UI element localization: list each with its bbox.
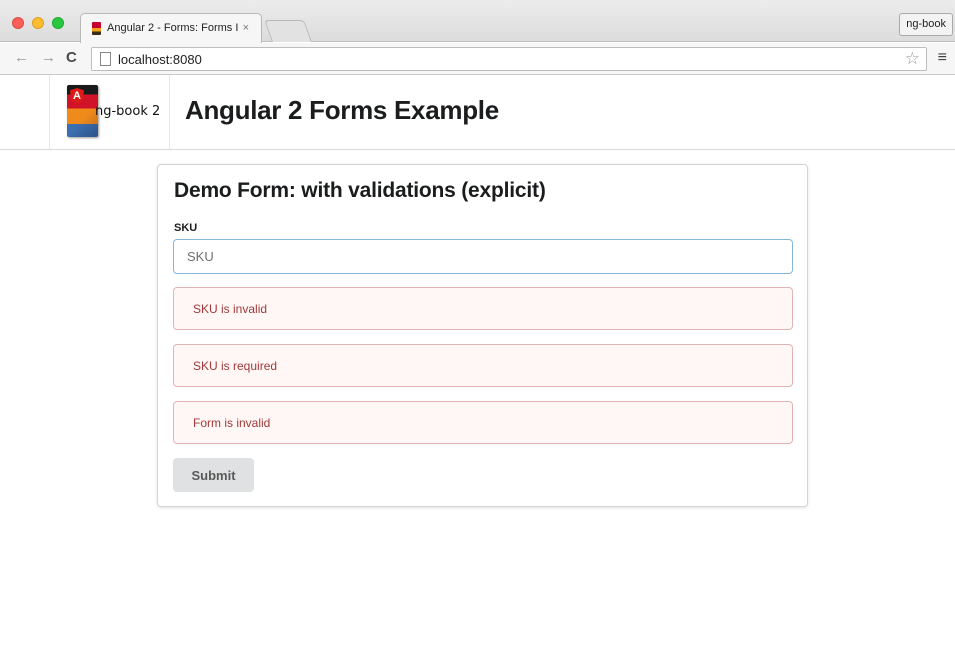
page-title: Angular 2 Forms Example xyxy=(185,95,499,125)
logo[interactable]: ng-book 2 xyxy=(49,75,170,149)
tab-close-icon[interactable]: × xyxy=(243,22,249,34)
menu-icon[interactable]: ≡ xyxy=(938,49,947,67)
form-card: Demo Form: with validations (explicit) S… xyxy=(157,164,808,507)
tab-title: Angular 2 - Forms: Forms I xyxy=(107,22,239,34)
browser-titlebar: Angular 2 - Forms: Forms I × ng-book xyxy=(0,0,955,43)
form-title: Demo Form: with validations (explicit) xyxy=(174,179,546,202)
submit-button[interactable]: Submit xyxy=(173,458,254,492)
sku-invalid-error: SKU is invalid xyxy=(173,287,793,330)
bookmark-star-icon[interactable]: ☆ xyxy=(905,49,920,69)
new-tab-button[interactable] xyxy=(263,20,313,42)
window-minimize-button[interactable] xyxy=(32,17,44,29)
browser-toolbar: ← → C localhost:8080 ☆ ≡ xyxy=(0,43,955,75)
favicon-icon xyxy=(92,22,101,35)
sku-input[interactable] xyxy=(173,239,793,274)
page-icon xyxy=(100,52,111,66)
reload-icon[interactable]: C xyxy=(66,49,77,66)
form-invalid-error: Form is invalid xyxy=(173,401,793,444)
window-close-button[interactable] xyxy=(12,17,24,29)
forward-arrow-icon[interactable]: → xyxy=(41,49,56,66)
book-cover-icon xyxy=(67,85,98,137)
url-text[interactable]: localhost:8080 xyxy=(118,52,202,67)
sku-required-error: SKU is required xyxy=(173,344,793,387)
page-header: ng-book 2 Angular 2 Forms Example xyxy=(0,75,955,150)
address-bar[interactable]: localhost:8080 ☆ xyxy=(91,47,927,71)
window-maximize-button[interactable] xyxy=(52,17,64,29)
sku-label: SKU xyxy=(174,222,198,234)
back-arrow-icon[interactable]: ← xyxy=(14,49,29,66)
browser-tab[interactable]: Angular 2 - Forms: Forms I × xyxy=(80,13,262,43)
logo-text: ng-book 2 xyxy=(95,104,161,119)
profile-button[interactable]: ng-book xyxy=(899,13,953,36)
